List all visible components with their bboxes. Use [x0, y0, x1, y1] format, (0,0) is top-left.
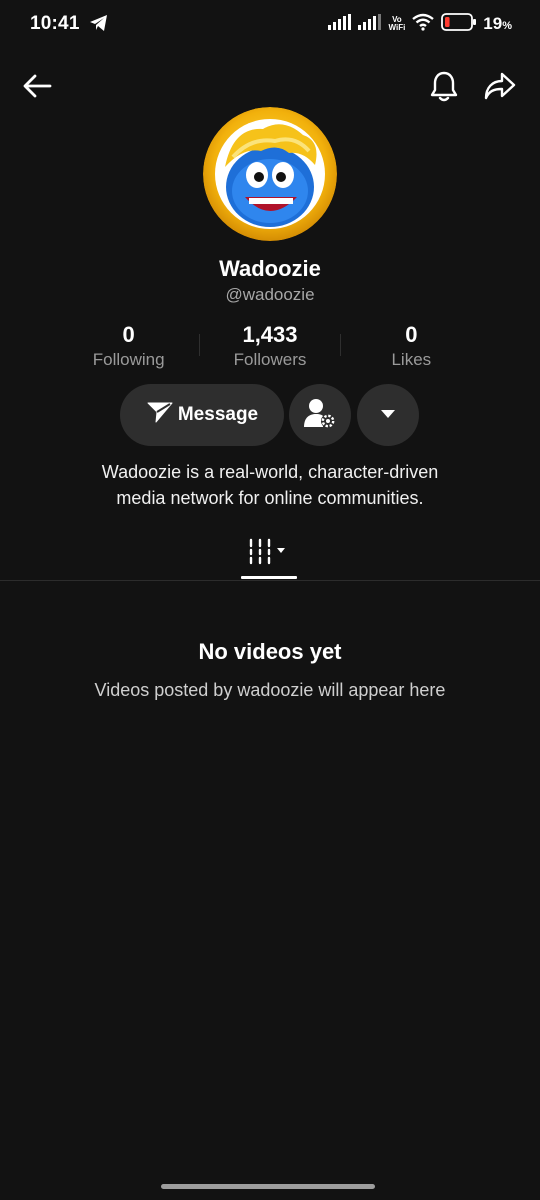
arrow-left-icon — [22, 73, 52, 104]
signal-icon — [328, 13, 352, 35]
message-button[interactable]: Message — [120, 384, 284, 446]
stat-divider — [199, 334, 201, 356]
divider — [0, 580, 540, 581]
stat-label: Following — [92, 350, 165, 369]
stat-value: 0 — [405, 322, 418, 347]
stat-label: Followers — [233, 350, 307, 369]
empty-state-title: No videos yet — [198, 639, 342, 664]
username-handle: @wadoozie — [225, 285, 315, 304]
active-tab-indicator — [241, 576, 297, 579]
triangle-down-icon — [380, 406, 396, 424]
stat-label: Likes — [391, 350, 432, 369]
empty-state-subtitle: Videos posted by wadoozie will appear he… — [94, 680, 446, 700]
avatar[interactable] — [203, 107, 337, 241]
share-button[interactable] — [478, 66, 522, 110]
telegram-icon — [89, 14, 109, 37]
stat-likes[interactable]: 0 Likes — [341, 322, 482, 372]
grid-filter-icon — [247, 538, 291, 573]
battery-icon — [441, 12, 477, 36]
home-indicator[interactable] — [161, 1184, 375, 1189]
profile-bio: Wadoozie is a real-world, character-driv… — [101, 462, 439, 508]
battery-percent: 19% — [483, 14, 512, 33]
status-time: 10:41 — [30, 13, 80, 34]
friend-settings-button[interactable] — [289, 384, 351, 446]
more-options-button[interactable] — [357, 384, 419, 446]
stat-followers[interactable]: 1,433 Followers — [199, 322, 341, 372]
share-arrow-icon — [483, 71, 517, 106]
status-bar: 10:41 Vo WiFi 19% — [0, 0, 540, 50]
bell-icon — [429, 70, 459, 107]
tab-videos[interactable] — [240, 534, 298, 580]
user-gear-icon — [303, 397, 337, 434]
avatar-mascot-image — [203, 107, 337, 241]
notification-button[interactable] — [422, 66, 466, 110]
send-icon — [146, 400, 174, 430]
stat-value: 0 — [122, 322, 135, 347]
signal-icon — [358, 13, 382, 35]
status-indicators: Vo WiFi 19% — [328, 12, 512, 36]
wifi-icon — [411, 13, 435, 36]
stat-value: 1,433 — [242, 322, 298, 347]
stat-following[interactable]: 0 Following — [58, 322, 199, 372]
display-name: Wadoozie — [219, 256, 321, 281]
message-label: Message — [177, 404, 259, 425]
back-button[interactable] — [15, 66, 59, 110]
profile-stats: 0 Following 1,433 Followers 0 Likes — [58, 322, 482, 372]
volte-wifi-indicator: Vo WiFi — [388, 15, 406, 32]
